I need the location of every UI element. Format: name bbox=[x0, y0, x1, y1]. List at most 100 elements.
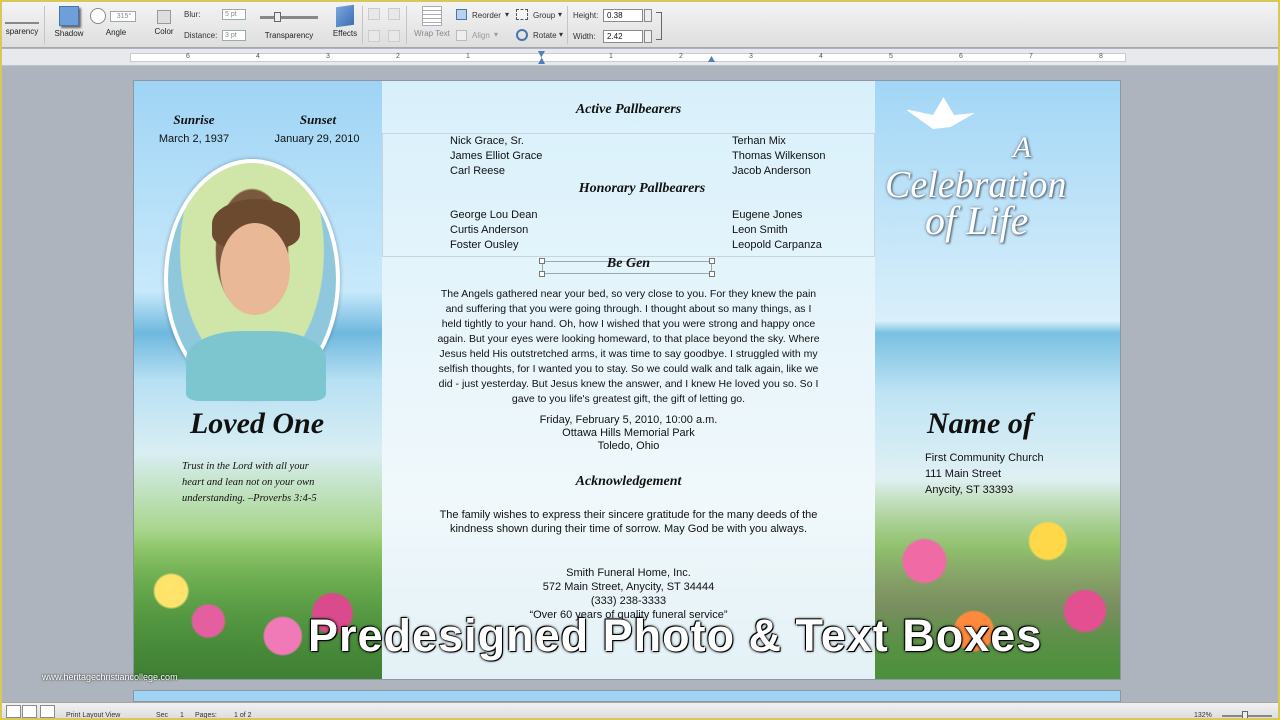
shadow-color-button[interactable]: Color bbox=[148, 6, 180, 36]
ack-line: kindness shown during their time of sorr… bbox=[449, 523, 808, 535]
pallbearer-name: Nick Grace, Sr. bbox=[450, 135, 524, 147]
height-stepper-icon[interactable] bbox=[644, 9, 652, 22]
poem-line: again. But your eyes were looking homewa… bbox=[437, 333, 820, 345]
left-panel: Sunrise March 2, 1937 Sunset January 29,… bbox=[134, 81, 382, 679]
align-dropdown[interactable]: Align bbox=[472, 31, 490, 40]
sunset-label: Sunset bbox=[299, 112, 337, 127]
slider-track bbox=[260, 12, 318, 22]
ruler-tick-label: 4 bbox=[256, 53, 260, 60]
ribbon-divider bbox=[44, 6, 45, 44]
ruler-tick-label: 3 bbox=[326, 53, 330, 60]
rotate-chevron-down-icon[interactable]: ▾ bbox=[559, 30, 563, 39]
pallbearer-name: Carl Reese bbox=[450, 165, 506, 177]
pallbearer-name: Thomas Wilkenson bbox=[732, 150, 826, 162]
width-label: Width: bbox=[573, 32, 596, 41]
zoom-level: 132% bbox=[1194, 712, 1212, 719]
effects-button[interactable]: Effects bbox=[328, 4, 362, 38]
effects-cube-icon bbox=[336, 4, 354, 28]
of-life-word: of Life bbox=[925, 198, 1029, 243]
flip-icon[interactable] bbox=[368, 30, 380, 42]
group-dropdown[interactable]: Group bbox=[533, 11, 555, 20]
outline-view-icon[interactable] bbox=[22, 705, 37, 718]
distance-input[interactable]: 3 pt bbox=[222, 30, 246, 41]
horizontal-ruler[interactable]: 6 4 3 2 1 1 2 3 4 5 6 7 8 bbox=[2, 49, 1278, 66]
portrait-photo-frame[interactable] bbox=[164, 159, 340, 401]
publishing-view-icon[interactable] bbox=[40, 705, 55, 718]
zoom-slider[interactable] bbox=[1222, 711, 1272, 718]
funeral-home-address: 572 Main Street, Anycity, ST 34444 bbox=[542, 581, 715, 593]
slider-thumb-icon[interactable] bbox=[274, 12, 281, 22]
verse-line: Trust in the Lord with all your bbox=[182, 461, 309, 472]
rotate-arrow-icon[interactable] bbox=[388, 30, 400, 42]
zoom-slider-thumb-icon[interactable] bbox=[1242, 711, 1248, 718]
shadow-button[interactable]: Shadow bbox=[52, 6, 86, 38]
right-panel: A Celebration of Life Name of First Comm… bbox=[875, 81, 1120, 679]
transparency-slider[interactable]: Transparency bbox=[258, 10, 320, 40]
next-page-edge bbox=[133, 690, 1121, 702]
portrait-face bbox=[220, 223, 290, 315]
width-input[interactable]: 2.42 bbox=[603, 30, 643, 43]
ruler-tick-label: 6 bbox=[959, 53, 963, 60]
ruler-tick-label: 7 bbox=[1029, 53, 1033, 60]
poem-line: gave to you life's greatest gift, the gi… bbox=[511, 393, 746, 405]
poem-line: selfish thoughts, for I wanted you to st… bbox=[438, 363, 819, 375]
acknowledgement-title: Acknowledgement bbox=[575, 474, 682, 489]
service-place: Ottawa Hills Memorial Park bbox=[562, 427, 695, 439]
wrap-text-button[interactable]: Wrap Text bbox=[410, 6, 454, 38]
effects-label: Effects bbox=[332, 29, 358, 38]
poem-title[interactable]: Be Gen bbox=[382, 256, 875, 272]
group-chevron-down-icon[interactable]: ▾ bbox=[558, 10, 562, 19]
poem-line: did - just yesterday. But Jesus knew the… bbox=[438, 378, 819, 390]
verse-line: heart and lean not on your own bbox=[182, 477, 315, 488]
angle-control[interactable]: 315° Angle bbox=[90, 6, 142, 37]
width-stepper-icon[interactable] bbox=[644, 30, 652, 43]
active-pallbearers-right: Terhan Mix Thomas Wilkenson Jacob Anders… bbox=[732, 134, 826, 179]
brochure-page: Sunrise March 2, 1937 Sunset January 29,… bbox=[133, 80, 1121, 680]
lock-aspect-icon[interactable] bbox=[656, 12, 662, 40]
active-pallbearers-title: Active Pallbearers bbox=[575, 102, 682, 117]
reorder-chevron-down-icon[interactable]: ▾ bbox=[505, 10, 509, 19]
angle-value[interactable]: 315° bbox=[110, 11, 136, 22]
active-pallbearers-left: Nick Grace, Sr. James Elliot Grace Carl … bbox=[450, 134, 542, 179]
app-window: sparency Shadow 315° Angle Color Blur: 5… bbox=[0, 0, 1280, 720]
service-city: Toledo, Ohio bbox=[597, 440, 660, 452]
ribbon-divider bbox=[362, 6, 363, 44]
ruler-tick-label: 3 bbox=[749, 53, 753, 60]
ruler-tick-label: 5 bbox=[889, 53, 893, 60]
section-label: Sec bbox=[156, 712, 169, 719]
ruler-tick-label: 2 bbox=[396, 53, 400, 60]
color-swatch-icon bbox=[157, 10, 171, 24]
transparency-icon bbox=[5, 6, 39, 24]
send-backward-icon[interactable] bbox=[388, 8, 400, 20]
poem-line: and suffering that you were going throug… bbox=[445, 303, 812, 315]
ruler-tick-label: 2 bbox=[679, 53, 683, 60]
scripture-verse: Trust in the Lord with all your heart an… bbox=[182, 459, 362, 507]
transparency-label: Transparency bbox=[264, 31, 314, 40]
shadow-icon bbox=[59, 6, 79, 26]
draft-view-icon[interactable] bbox=[6, 705, 21, 718]
wrap-text-icon bbox=[422, 6, 442, 26]
reorder-dropdown[interactable]: Reorder bbox=[472, 11, 501, 20]
watermark-url: www.heritagechristiancollege.com bbox=[42, 672, 178, 682]
angle-dial-icon[interactable] bbox=[90, 8, 106, 24]
service-info: Friday, February 5, 2010, 10:00 a.m. Ott… bbox=[382, 414, 875, 453]
transparency-left-button[interactable]: sparency bbox=[2, 6, 42, 36]
pallbearer-name: Leopold Carpanza bbox=[732, 239, 822, 251]
pages-label: Pages: bbox=[195, 712, 217, 719]
reorder-icon bbox=[456, 9, 467, 20]
pallbearer-name: Jacob Anderson bbox=[732, 165, 811, 177]
church-city: Anycity, ST 33393 bbox=[925, 484, 1014, 496]
shadow-label: Shadow bbox=[54, 29, 84, 38]
rotate-dropdown[interactable]: Rotate bbox=[533, 31, 557, 40]
deceased-name: Loved One bbox=[189, 407, 325, 440]
ruler-tick-label: 6 bbox=[186, 53, 190, 60]
church-info: First Community Church 111 Main Street A… bbox=[925, 450, 1044, 498]
blur-input[interactable]: 5 pt bbox=[222, 9, 246, 20]
ruler-tick-label: 4 bbox=[819, 53, 823, 60]
pallbearer-name: George Lou Dean bbox=[450, 209, 538, 221]
align-chevron-down-icon[interactable]: ▾ bbox=[494, 30, 498, 39]
bring-forward-icon[interactable] bbox=[368, 8, 380, 20]
transparency-left-label: sparency bbox=[5, 27, 39, 36]
height-input[interactable]: 0.38 bbox=[603, 9, 643, 22]
view-mode-label: Print Layout View bbox=[66, 712, 121, 719]
